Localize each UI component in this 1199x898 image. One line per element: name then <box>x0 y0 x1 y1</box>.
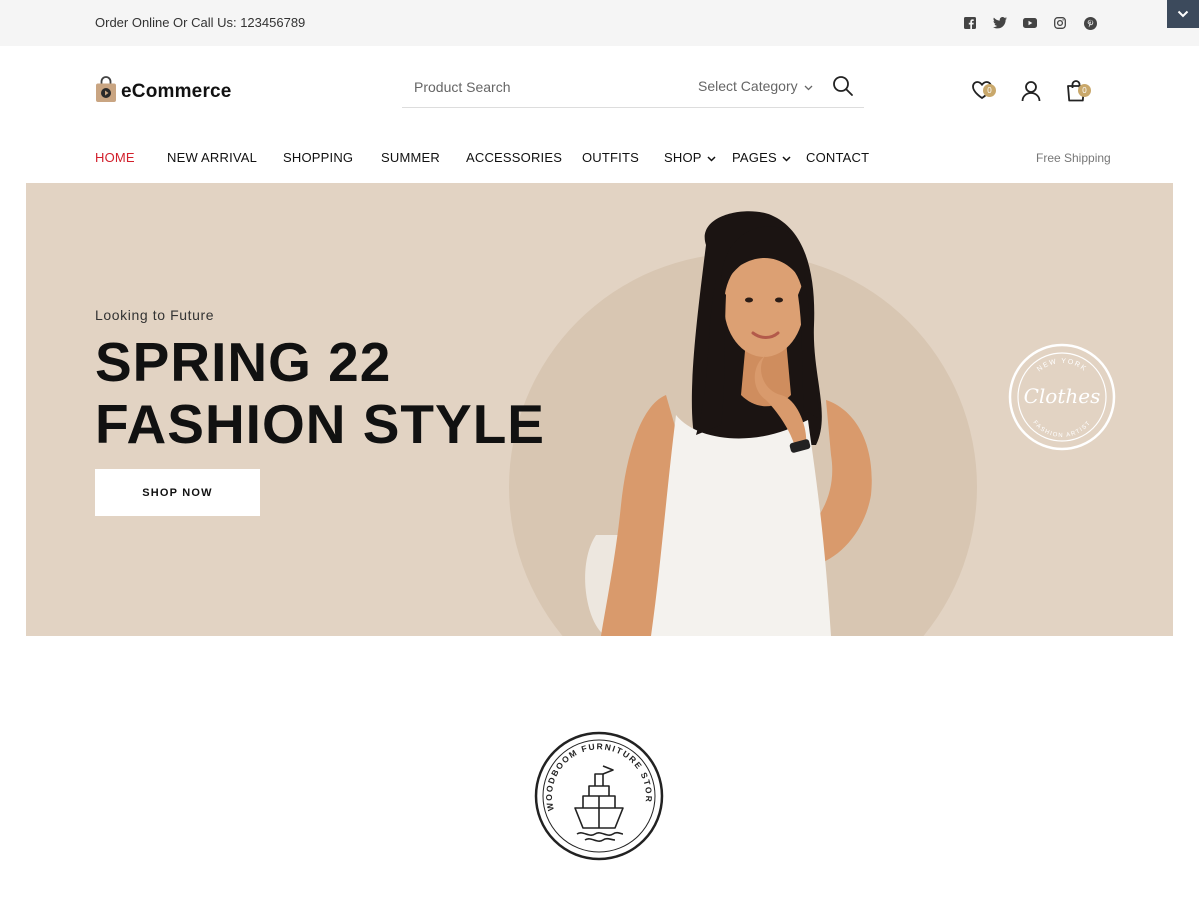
logo-text: eCommerce <box>121 81 232 102</box>
contact-text: Order Online Or Call Us: 123456789 <box>95 15 306 30</box>
svg-text:WOODBOOM FURNITURE STORE: WOODBOOM FURNITURE STORE <box>533 730 654 812</box>
collapse-button[interactable] <box>1167 0 1199 28</box>
instagram-icon[interactable] <box>1052 15 1068 31</box>
search-icon <box>832 76 854 101</box>
nav-home[interactable]: HOME <box>95 150 135 165</box>
nav-contact[interactable]: CONTACT <box>806 150 869 165</box>
chevron-down-icon <box>804 78 813 94</box>
svg-text:FASHION ARTIST: FASHION ARTIST <box>1031 420 1092 439</box>
wishlist-count-badge: 0 <box>983 84 996 97</box>
shopping-bag-icon <box>95 76 117 108</box>
site-logo[interactable]: eCommerce <box>95 76 232 108</box>
stamp-script-text: Clothes <box>1024 384 1101 408</box>
facebook-icon[interactable] <box>962 15 978 31</box>
hero-title: SPRING 22 FASHION STYLE <box>95 331 545 455</box>
nav-label: SUMMER <box>381 150 440 165</box>
hero-title-line2: FASHION STYLE <box>95 393 545 455</box>
nav-accessories[interactable]: ACCESSORIES <box>466 150 562 165</box>
account-button[interactable] <box>1020 80 1046 106</box>
chevron-down-icon <box>1177 5 1189 23</box>
search-button[interactable] <box>832 75 854 97</box>
nav-label: HOME <box>95 150 135 165</box>
search-bar: Select Category <box>402 68 864 108</box>
chevron-down-icon <box>707 150 716 165</box>
nav-label: SHOP <box>664 150 702 165</box>
shop-now-button[interactable]: SHOP NOW <box>95 469 260 516</box>
nav-pages[interactable]: PAGES <box>732 150 791 165</box>
nav-shop[interactable]: SHOP <box>664 150 716 165</box>
search-input[interactable] <box>414 76 674 98</box>
nav-label: NEW ARRIVAL <box>167 150 258 165</box>
nav-summer[interactable]: SUMMER <box>381 150 440 165</box>
pinterest-icon[interactable] <box>1082 15 1098 31</box>
category-label: Select Category <box>698 78 798 94</box>
nav-label: ACCESSORIES <box>466 150 563 165</box>
hero-banner: Looking to Future SPRING 22 FASHION STYL… <box>26 183 1173 636</box>
free-shipping-text: Free Shipping <box>1036 151 1111 165</box>
svg-text:NEW YORK: NEW YORK <box>1036 358 1088 373</box>
nav-new-arrival[interactable]: NEW ARRIVAL <box>167 150 257 165</box>
nav-label: SHOPPING <box>283 150 354 165</box>
stamp-top-text: NEW YORK <box>1036 358 1086 373</box>
cart-count-badge: 0 <box>1078 84 1091 97</box>
brand-logo[interactable]: WOODBOOM FURNITURE STORE <box>529 722 665 862</box>
twitter-icon[interactable] <box>992 15 1008 31</box>
nav-label: PAGES <box>732 150 777 165</box>
hero-eyebrow: Looking to Future <box>95 307 215 323</box>
cart-button[interactable]: 0 <box>1066 79 1092 105</box>
nav-label: CONTACT <box>806 150 870 165</box>
chevron-down-icon <box>782 150 791 165</box>
nav-outfits[interactable]: OUTFITS <box>582 150 639 165</box>
nav-label: OUTFITS <box>582 150 640 165</box>
hero-title-line1: SPRING 22 <box>95 331 392 393</box>
youtube-icon[interactable] <box>1022 15 1038 31</box>
user-icon <box>1020 81 1042 106</box>
category-select[interactable]: Select Category <box>698 78 813 94</box>
brand-name: WOODBOOM FURNITURE STORE <box>529 722 652 812</box>
social-links <box>962 15 1098 31</box>
nav-shopping[interactable]: SHOPPING <box>283 150 353 165</box>
clothes-stamp-logo: NEW YORK Clothes FASHION ARTIST <box>1006 341 1118 453</box>
stamp-bottom-text: FASHION ARTIST <box>1031 420 1091 439</box>
topbar: Order Online Or Call Us: 123456789 <box>0 0 1199 46</box>
hero-model-image <box>546 205 906 636</box>
wishlist-button[interactable]: 0 <box>971 80 997 106</box>
